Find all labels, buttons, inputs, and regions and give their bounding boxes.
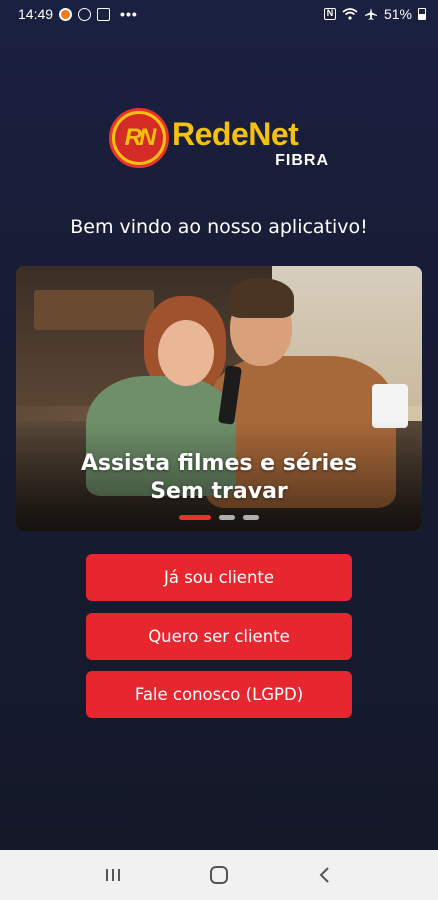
carousel-indicator (16, 515, 422, 520)
banner-caption-line1: Assista filmes e séries (80, 451, 358, 476)
logo-badge: RN (109, 108, 169, 168)
more-notifications-icon: ••• (120, 6, 138, 22)
back-icon (319, 867, 329, 883)
carousel-dot[interactable] (219, 515, 235, 520)
logo-name: RedeNet (172, 116, 299, 152)
logo-subtitle: FIBRA (275, 152, 329, 169)
home-icon (210, 866, 228, 884)
recent-apps-icon (106, 869, 120, 881)
system-nav-bar (0, 850, 438, 900)
status-time: 14:49 (18, 6, 54, 22)
banner-caption-line2: Sem travar (150, 479, 288, 504)
home-button[interactable] (199, 855, 239, 895)
status-right: N 51% (323, 6, 426, 22)
contact-lgpd-button[interactable]: Fale conosco (LGPD) (86, 671, 352, 718)
man-hair (228, 278, 294, 318)
nfc-icon: N (323, 8, 336, 20)
welcome-text: Bem vindo ao nosso aplicativo! (70, 216, 368, 238)
airplane-icon (364, 8, 377, 20)
become-client-button[interactable]: Quero ser cliente (86, 613, 352, 660)
notification-icon (59, 7, 73, 21)
existing-client-button[interactable]: Já sou cliente (86, 554, 352, 601)
recent-apps-button[interactable] (93, 855, 133, 895)
status-bar: 14:49 ••• N 51% (0, 0, 438, 28)
battery-icon (418, 8, 426, 20)
banner-caption: Assista filmes e séries Sem travar (16, 450, 422, 506)
whatsapp-icon (78, 7, 92, 21)
battery-percent: 51% (383, 6, 412, 22)
carousel-dot-active[interactable] (179, 515, 211, 520)
wifi-icon (342, 8, 358, 20)
app-screen: 14:49 ••• N 51% RN RedeNet FIBRA Bem vin… (0, 0, 438, 900)
carousel-dot[interactable] (243, 515, 259, 520)
promo-banner-carousel[interactable]: Assista filmes e séries Sem travar (16, 266, 422, 531)
image-icon (97, 7, 111, 21)
back-button[interactable] (305, 855, 345, 895)
brand-logo: RN RedeNet FIBRA (109, 108, 333, 172)
status-left: 14:49 ••• (18, 6, 138, 22)
logo-badge-letters: RN (115, 114, 163, 162)
woman-face (158, 320, 214, 386)
